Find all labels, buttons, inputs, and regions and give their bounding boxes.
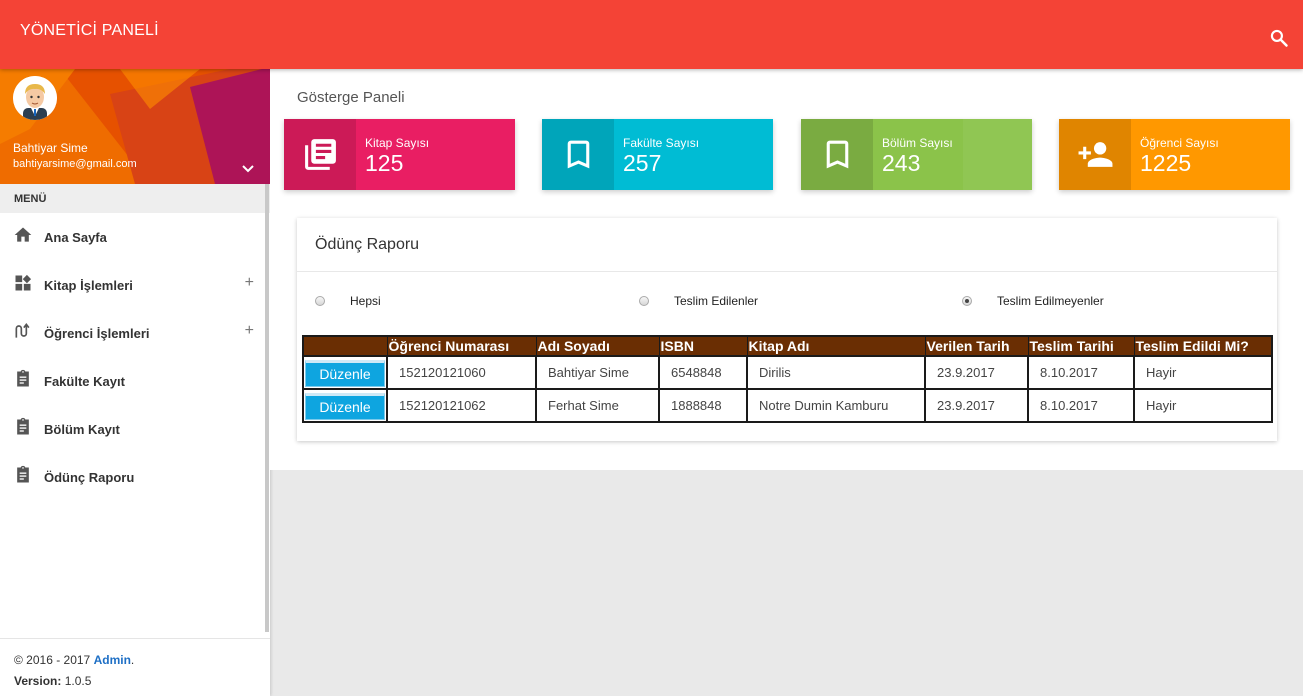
info-box-label: Fakülte Sayısı (623, 136, 700, 150)
sidebar-item-label: Bölüm Kayıt (44, 422, 120, 437)
home-icon (13, 225, 33, 245)
table-row: Düzenle 152120121060 Bahtiyar Sime 65488… (302, 355, 1273, 390)
table-cell: 6548848 (658, 355, 748, 390)
clipboard-icon (13, 369, 33, 389)
radio-label: Teslim Edilenler (674, 294, 759, 308)
radio-button[interactable] (315, 296, 325, 306)
loan-report-card: Ödünç Raporu Hepsi Teslim Edilenler Tesl… (297, 218, 1277, 441)
table-cell: 1888848 (658, 388, 748, 423)
copyright-text: © 2016 - 2017 Admin. (14, 653, 270, 674)
sidebar-item-label: Fakülte Kayıt (44, 374, 125, 389)
search-icon[interactable] (1269, 28, 1289, 48)
loan-report-table: Öğrenci Numarası Adı Soyadı ISBN Kitap A… (302, 335, 1273, 423)
chevron-down-icon[interactable] (240, 161, 256, 177)
widgets-icon (13, 273, 33, 293)
radio-label: Teslim Edilmeyenler (997, 294, 1104, 308)
sidebar-menu: Ana Sayfa Kitap İşlemleri + Öğrenci İşle… (0, 213, 270, 501)
info-box-label: Öğrenci Sayısı (1140, 136, 1219, 150)
info-box-label: Kitap Sayısı (365, 136, 430, 150)
radio-label: Hepsi (350, 294, 381, 308)
version-text: Version: 1.0.5 (14, 674, 270, 688)
info-box-value: 243 (882, 150, 921, 176)
card-title: Ödünç Raporu (297, 218, 1277, 272)
user-email: bahtiyarsime@gmail.com (13, 158, 137, 170)
expand-plus-icon[interactable]: + (245, 322, 254, 340)
table-header-row: Öğrenci Numarası Adı Soyadı ISBN Kitap A… (302, 335, 1273, 357)
info-box-decoration (963, 119, 1032, 190)
column-header-teslim-tarihi: Teslim Tarihi (1027, 335, 1135, 357)
column-header-teslim-edildi-mi: Teslim Edildi Mi? (1133, 335, 1273, 357)
admin-link[interactable]: Admin (94, 653, 131, 667)
filter-radio-group: Hepsi Teslim Edilenler Teslim Edilmeyenl… (297, 272, 1277, 334)
sidebar-item-odunc-raporu[interactable]: Ödünç Raporu (0, 453, 270, 501)
table-cell: Notre Dumin Kamburu (746, 388, 926, 423)
info-box-value: 125 (365, 150, 404, 176)
edit-button[interactable]: Düzenle (305, 392, 385, 420)
info-box-value: 257 (623, 150, 662, 176)
table-row: Düzenle 152120121062 Ferhat Sime 1888848… (302, 388, 1273, 423)
top-navbar: YÖNETİCİ PANELİ (0, 0, 1303, 69)
table-cell: 8.10.2017 (1027, 355, 1135, 390)
radio-button-checked[interactable] (962, 296, 972, 306)
left-sidebar: Bahtiyar Sime bahtiyarsime@gmail.com MEN… (0, 69, 270, 696)
clipboard-icon (13, 417, 33, 437)
brand-title[interactable]: YÖNETİCİ PANELİ (20, 22, 159, 40)
sidebar-item-ana-sayfa[interactable]: Ana Sayfa (0, 213, 270, 261)
edit-button[interactable]: Düzenle (305, 359, 385, 387)
page-title: Gösterge Paneli (297, 89, 405, 106)
expand-plus-icon[interactable]: + (245, 274, 254, 292)
sidebar-footer: © 2016 - 2017 Admin. Version: 1.0.5 (0, 638, 270, 696)
radio-button[interactable] (639, 296, 649, 306)
info-box-kitap[interactable]: Kitap Sayısı 125 (284, 119, 515, 190)
table-cell-action: Düzenle (302, 388, 388, 423)
sidebar-scrollbar[interactable] (265, 184, 269, 632)
info-box-fakulte[interactable]: Fakülte Sayısı 257 (542, 119, 773, 190)
avatar (13, 76, 57, 120)
table-cell: 152120121060 (386, 355, 537, 390)
clipboard-icon (13, 465, 33, 485)
main-content: Gösterge Paneli Kitap Sayısı 125 Fakülte… (270, 69, 1303, 470)
user-info-panel: Bahtiyar Sime bahtiyarsime@gmail.com (0, 69, 270, 184)
table-cell: Hayir (1133, 388, 1273, 423)
menu-header: MENÜ (0, 184, 270, 213)
swap-icon (13, 321, 33, 341)
info-box-bolum[interactable]: Bölüm Sayısı 243 (801, 119, 1032, 190)
sidebar-item-label: Kitap İşlemleri (44, 278, 133, 293)
table-cell-action: Düzenle (302, 355, 388, 390)
table-cell: 23.9.2017 (924, 355, 1029, 390)
table-cell: 152120121062 (386, 388, 537, 423)
info-box-label: Bölüm Sayısı (882, 136, 953, 150)
column-header-ogrenci-numarasi: Öğrenci Numarası (386, 335, 537, 357)
sidebar-item-kitap-islemleri[interactable]: Kitap İşlemleri + (0, 261, 270, 309)
bookmark-icon (801, 119, 873, 190)
sidebar-item-label: Öğrenci İşlemleri (44, 326, 150, 341)
version-value: 1.0.5 (61, 674, 92, 688)
table-cell: 8.10.2017 (1027, 388, 1135, 423)
sidebar-item-label: Ödünç Raporu (44, 470, 135, 485)
bookmark-icon (542, 119, 614, 190)
column-header-verilen-tarih: Verilen Tarih (924, 335, 1029, 357)
library-books-icon (284, 119, 356, 190)
info-box-ogrenci[interactable]: Öğrenci Sayısı 1225 (1059, 119, 1290, 190)
column-header-action (302, 335, 388, 357)
sidebar-item-label: Ana Sayfa (44, 230, 107, 245)
person-add-icon (1059, 119, 1131, 190)
info-box-value: 1225 (1140, 150, 1192, 176)
table-cell: Dirilis (746, 355, 926, 390)
column-header-kitap-adi: Kitap Adı (746, 335, 926, 357)
table-cell: Ferhat Sime (535, 388, 660, 423)
sidebar-item-bolum-kayit[interactable]: Bölüm Kayıt (0, 405, 270, 453)
copyright-prefix: © 2016 - 2017 (14, 653, 94, 667)
table-cell: Hayir (1133, 355, 1273, 390)
column-header-isbn: ISBN (658, 335, 748, 357)
sidebar-item-ogrenci-islemleri[interactable]: Öğrenci İşlemleri + (0, 309, 270, 357)
version-label: Version: (14, 674, 62, 688)
copyright-suffix: . (130, 653, 135, 667)
user-name: Bahtiyar Sime (13, 141, 88, 155)
table-cell: Bahtiyar Sime (535, 355, 660, 390)
column-header-adi-soyadi: Adı Soyadı (535, 335, 660, 357)
table-cell: 23.9.2017 (924, 388, 1029, 423)
sidebar-item-fakulte-kayit[interactable]: Fakülte Kayıt (0, 357, 270, 405)
